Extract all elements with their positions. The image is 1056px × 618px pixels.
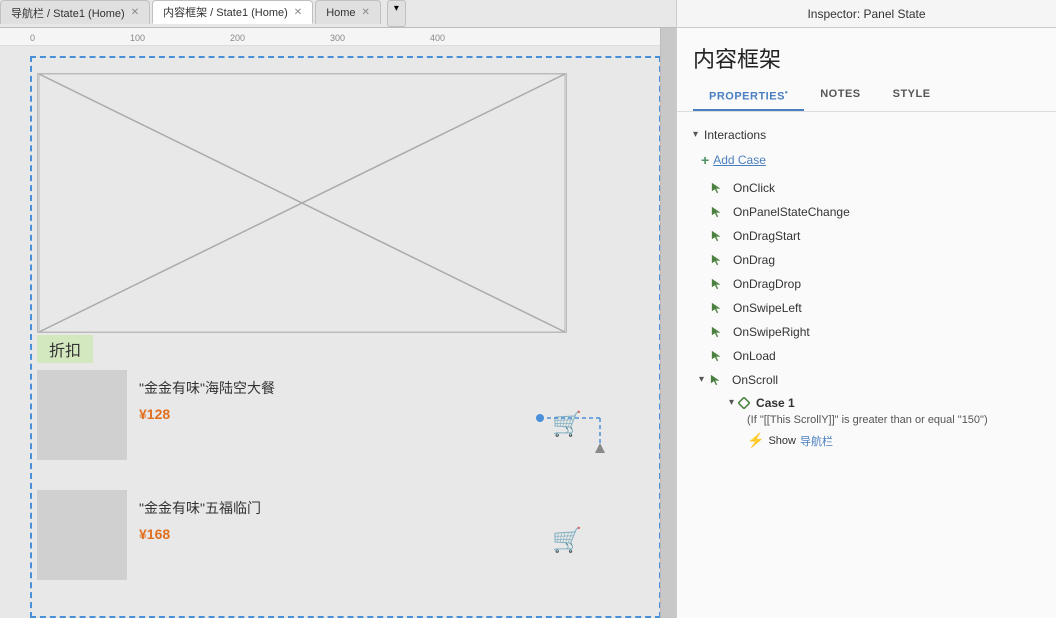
inspector-header-title: Inspector: Panel State	[676, 0, 1056, 28]
tab-properties[interactable]: PROPERTIES•	[693, 82, 804, 111]
panel-title: 内容框架	[677, 28, 1056, 82]
cursor-icon-onLoad	[709, 348, 725, 364]
interaction-onPanelStateChange[interactable]: OnPanelStateChange	[677, 200, 1056, 224]
product-thumb-2	[37, 490, 127, 580]
action-target: 导航栏	[800, 433, 833, 449]
interactions-label: Interactions	[704, 128, 766, 142]
tab-nav-close[interactable]: ✕	[131, 7, 139, 18]
product-price-2: ¥168	[139, 526, 261, 542]
interaction-onClick[interactable]: OnClick	[677, 176, 1056, 200]
product-name-2: "金金有味"五福临门	[139, 498, 261, 518]
product-price-1: ¥128	[139, 406, 275, 422]
tab-home-close[interactable]: ✕	[362, 7, 370, 18]
cursor-icon-onSwipeRight	[709, 324, 725, 340]
interaction-onDragStart[interactable]: OnDragStart	[677, 224, 1056, 248]
tab-nav-label: 导航栏 / State1 (Home)	[11, 5, 125, 21]
interaction-onSwipeLeft[interactable]: OnSwipeLeft	[677, 296, 1056, 320]
product-name-1: "金金有味"海陆空大餐	[139, 378, 275, 398]
add-case-label: Add Case	[713, 153, 766, 167]
interactions-chevron: ▾	[693, 129, 698, 140]
case1-condition: (If "[[This ScrollY]]" is greater than o…	[729, 412, 1040, 430]
interaction-onDrag[interactable]: OnDrag	[677, 248, 1056, 272]
cursor-icon-onDragDrop	[709, 276, 725, 292]
cursor-icon-onSwipeLeft	[709, 300, 725, 316]
product-thumb-1	[37, 370, 127, 460]
add-icon: +	[701, 152, 709, 168]
cursor-icon-onScroll	[708, 372, 724, 388]
onDragStart-label: OnDragStart	[733, 229, 800, 243]
onSwipeRight-label: OnSwipeRight	[733, 325, 810, 339]
onclick-label: OnClick	[733, 181, 775, 195]
canvas-area: 0 100 200 300 400 折扣	[0, 28, 676, 618]
tab-notes[interactable]: NOTES	[804, 82, 876, 111]
case1-action[interactable]: ⚡ Show 导航栏	[729, 430, 1040, 451]
panel-tabs: PROPERTIES• NOTES STYLE	[677, 82, 1056, 112]
interaction-onDragDrop[interactable]: OnDragDrop	[677, 272, 1056, 296]
onPanelStateChange-label: OnPanelStateChange	[733, 205, 850, 219]
cursor-icon-onDrag	[709, 252, 725, 268]
action-lightning-icon: ⚡	[747, 432, 764, 449]
onSwipeLeft-label: OnSwipeLeft	[733, 301, 802, 315]
cursor-icon-onPanelStateChange	[709, 204, 725, 220]
onDrag-label: OnDrag	[733, 253, 775, 267]
case1-section: ▾ Case 1 (If "[[This ScrollY]]" is great…	[677, 392, 1056, 453]
inspector-body: ▾ Interactions + Add Case OnClick	[677, 112, 1056, 618]
tab-content-label: 内容框架 / State1 (Home)	[163, 4, 288, 20]
interaction-onLoad[interactable]: OnLoad	[677, 344, 1056, 368]
onScroll-row[interactable]: ▾ OnScroll	[677, 368, 1056, 392]
tab-content-close[interactable]: ✕	[294, 7, 302, 18]
selected-frame-border: 折扣 "金金有味"海陆空大餐 ¥128 🛒	[30, 56, 661, 618]
ruler-horizontal: 0 100 200 300 400	[0, 28, 676, 46]
onScroll-label: OnScroll	[732, 373, 778, 387]
discount-label: 折扣	[37, 335, 93, 363]
case1-expand-arrow: ▾	[729, 397, 734, 408]
interaction-onSwipeRight[interactable]: OnSwipeRight	[677, 320, 1056, 344]
canvas-content: 折扣 "金金有味"海陆空大餐 ¥128 🛒	[0, 46, 676, 618]
case1-header[interactable]: ▾ Case 1	[729, 394, 1040, 412]
tab-nav[interactable]: 导航栏 / State1 (Home) ✕	[0, 0, 150, 24]
tab-content[interactable]: 内容框架 / State1 (Home) ✕	[152, 0, 313, 24]
connector-line	[540, 388, 620, 448]
onScroll-expand-arrow: ▾	[699, 374, 704, 385]
add-case-button[interactable]: + Add Case	[677, 148, 1056, 176]
tab-home-label: Home	[326, 7, 355, 19]
product-item-2: "金金有味"五福临门 ¥168	[37, 490, 577, 580]
cart-icon-2[interactable]: 🛒	[552, 526, 582, 555]
onDragDrop-label: OnDragDrop	[733, 277, 801, 291]
tab-overflow-button[interactable]: ▾	[387, 0, 406, 27]
tab-style[interactable]: STYLE	[877, 82, 947, 111]
case1-label: Case 1	[756, 396, 795, 410]
canvas-divider	[660, 28, 676, 618]
case-diamond-icon	[738, 397, 750, 409]
tab-home[interactable]: Home ✕	[315, 0, 381, 24]
product-item-1: "金金有味"海陆空大餐 ¥128	[37, 370, 577, 460]
interactions-section-header: ▾ Interactions	[677, 120, 1056, 148]
cursor-icon-onDragStart	[709, 228, 725, 244]
product-info-2: "金金有味"五福临门 ¥168	[127, 490, 261, 542]
onLoad-label: OnLoad	[733, 349, 776, 363]
cursor-icon-onClick	[709, 180, 725, 196]
wireframe-image	[37, 73, 567, 333]
right-panel: 内容框架 PROPERTIES• NOTES STYLE ▾ Interacti…	[676, 28, 1056, 618]
action-prefix: Show	[768, 435, 796, 447]
product-info-1: "金金有味"海陆空大餐 ¥128	[127, 370, 275, 422]
